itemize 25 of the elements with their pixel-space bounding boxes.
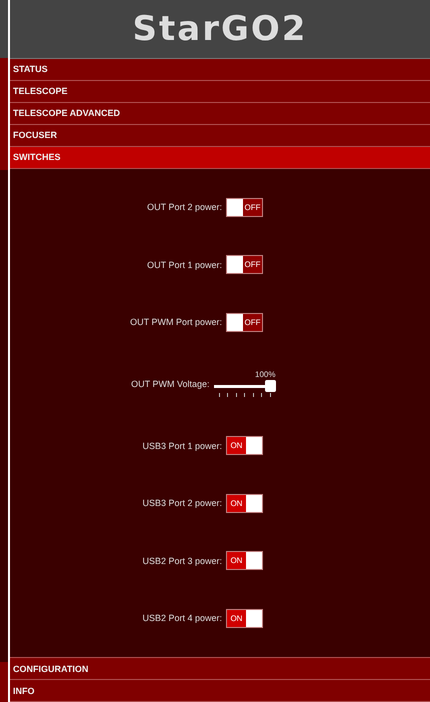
toggle-switch[interactable]: ON	[226, 494, 263, 513]
section-tab[interactable]: FOCUSER	[10, 124, 430, 147]
toggle-switch[interactable]: ON	[226, 608, 263, 628]
switch-label: USB2 Port 3 power:	[141, 556, 222, 566]
switch-label: OUT Port 1 power:	[146, 260, 222, 270]
slider-value: 100%	[254, 370, 276, 380]
section-tab[interactable]: STATUS	[10, 58, 430, 81]
section-tab[interactable]: TELESCOPE	[10, 80, 430, 103]
toggle-switch[interactable]: ON	[226, 436, 263, 456]
slider-label: OUT PWM Voltage:	[130, 378, 210, 389]
toggle-switch[interactable]: OFF	[226, 255, 263, 274]
app-logo: StarGO2	[132, 8, 308, 49]
section-tab[interactable]: CONFIGURATION	[10, 658, 430, 680]
toggle-switch[interactable]: OFF	[226, 198, 263, 217]
voltage-slider[interactable]	[214, 380, 276, 392]
section-tab[interactable]: TELESCOPE ADVANCED	[10, 102, 430, 125]
section-tab[interactable]: INFO	[10, 680, 430, 702]
toggle-switch[interactable]: ON	[226, 551, 263, 570]
switch-label: OUT PWM Port power:	[129, 317, 222, 328]
switch-label: USB3 Port 2 power:	[141, 498, 222, 508]
section-tab[interactable]: SWITCHES	[10, 146, 430, 169]
switch-label: OUT Port 2 power:	[146, 202, 222, 212]
toggle-switch[interactable]: OFF	[226, 312, 263, 332]
switch-label: USB2 Port 4 power:	[141, 613, 222, 624]
switch-label: USB3 Port 1 power:	[141, 440, 222, 451]
